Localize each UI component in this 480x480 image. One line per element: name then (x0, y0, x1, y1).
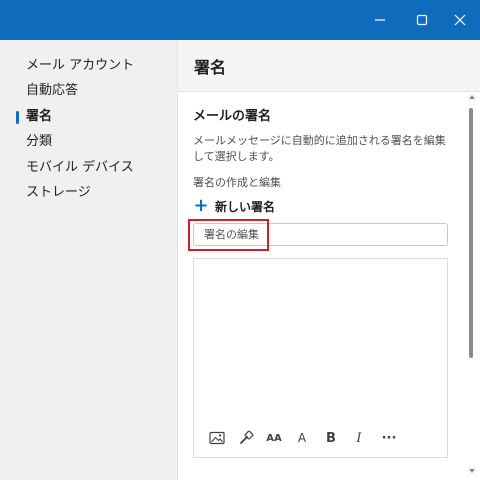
bold-icon: B (326, 430, 336, 446)
maximize-button[interactable] (406, 4, 438, 36)
sidebar-item-label: 署名 (26, 109, 53, 124)
page-title: 署名 (194, 58, 227, 77)
format-painter-button[interactable] (234, 428, 258, 448)
sidebar-item-storage[interactable]: ストレージ (26, 182, 91, 204)
sidebar-item-label: メール アカウント (26, 58, 135, 73)
superscript-button[interactable]: A (290, 428, 314, 448)
sidebar-item-label: 分類 (26, 134, 53, 149)
new-signature-button[interactable]: + 新しい署名 (193, 196, 275, 216)
insert-image-button[interactable] (205, 428, 229, 448)
pane-header: 署名 (178, 40, 480, 92)
signature-editor[interactable]: AA A B I ··· (193, 258, 448, 458)
close-icon (454, 14, 466, 26)
section-title: メールの署名 (193, 109, 272, 124)
sidebar-item-label: 自動応答 (26, 83, 79, 98)
scroll-thumb[interactable] (469, 108, 473, 358)
sidebar-item-label: ストレージ (26, 185, 91, 200)
sidebar-item-mail-accounts[interactable]: メール アカウント (26, 55, 134, 77)
signature-name-input[interactable] (193, 223, 448, 246)
superscript-icon: A (297, 431, 307, 445)
active-indicator (16, 111, 19, 124)
font-size-icon: AA (266, 432, 282, 444)
maximize-icon (416, 14, 428, 26)
format-painter-icon (240, 430, 254, 444)
minimize-button[interactable] (364, 4, 396, 36)
insert-image-icon (209, 431, 225, 445)
plus-icon: + (193, 195, 209, 216)
vertical-scrollbar[interactable] (466, 92, 478, 480)
sidebar-item-categories[interactable]: 分類 (26, 131, 52, 153)
italic-button[interactable]: I (347, 428, 371, 448)
scroll-down-icon[interactable] (469, 469, 475, 473)
create-edit-label: 署名の作成と編集 (193, 176, 281, 189)
font-size-button[interactable]: AA (262, 428, 286, 448)
minimize-icon (375, 19, 385, 21)
more-icon: ··· (381, 430, 397, 446)
italic-icon: I (356, 430, 362, 446)
editor-toolbar: AA A B I ··· (194, 425, 447, 451)
signature-settings-pane: メールの署名 メールメッセージに自動的に追加される署名を編集して選択します。 署… (178, 92, 480, 480)
sidebar-item-label: モバイル デバイス (26, 160, 134, 175)
sidebar-item-mobile-devices[interactable]: モバイル デバイス (26, 157, 134, 179)
sidebar-item-signature[interactable]: 署名 (16, 106, 53, 128)
close-button[interactable] (444, 4, 476, 36)
scroll-up-icon[interactable] (469, 95, 475, 99)
sidebar-item-auto-reply[interactable]: 自動応答 (26, 80, 78, 102)
bold-button[interactable]: B (319, 428, 343, 448)
more-options-button[interactable]: ··· (377, 428, 401, 448)
new-signature-label: 新しい署名 (215, 199, 276, 214)
section-description: メールメッセージに自動的に追加される署名を編集して選択します。 (193, 134, 446, 163)
settings-sidebar: メール アカウント 自動応答 署名 分類 モバイル デバイス ストレージ (0, 40, 177, 480)
title-bar (0, 0, 480, 40)
